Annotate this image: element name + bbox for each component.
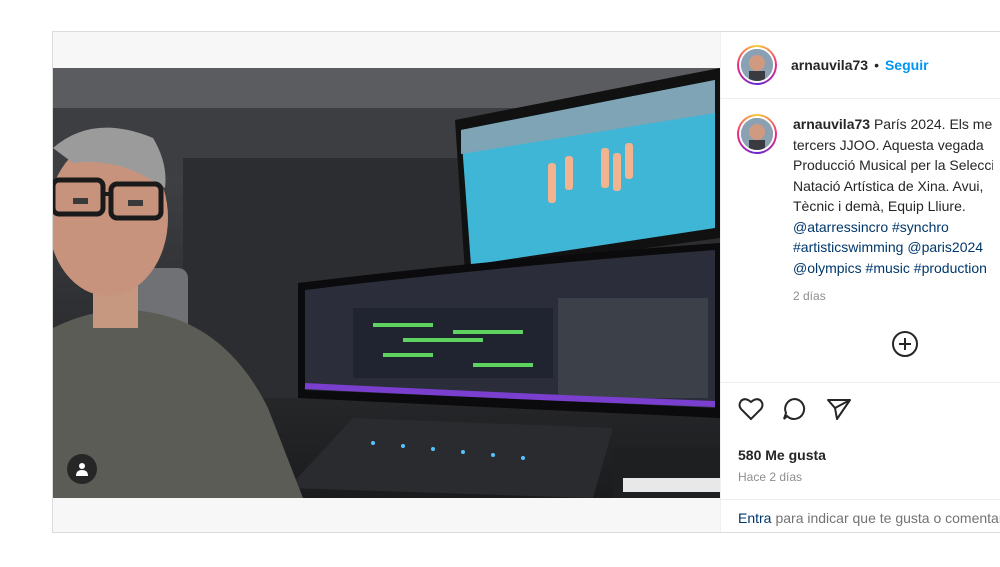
post-sidebar: arnauvila73 • Seguir arnauvila73 París 2… xyxy=(720,32,1000,532)
instagram-post: arnauvila73 • Seguir arnauvila73 París 2… xyxy=(52,31,1000,533)
likes-count[interactable]: 580 Me gusta xyxy=(738,447,826,463)
caption-time: 2 días xyxy=(793,289,826,303)
caption-hashtags-1[interactable]: @atarressincro #synchro xyxy=(793,219,949,235)
send-icon[interactable] xyxy=(826,397,852,426)
person-icon xyxy=(76,463,88,476)
follow-button[interactable]: Seguir xyxy=(885,57,929,73)
heart-icon[interactable] xyxy=(738,397,764,426)
caption-line-2: tercers JJOO. Aquesta vegada xyxy=(793,136,984,153)
author-username[interactable]: arnauvila73 xyxy=(791,57,868,73)
login-link[interactable]: Entra xyxy=(738,510,771,526)
caption-text: arnauvila73 París 2024. Els meus tercers… xyxy=(793,114,993,307)
mixing-console xyxy=(288,418,720,498)
caption-hashtags-2[interactable]: #artisticswimming @paris2024 xyxy=(793,239,983,255)
post-time: Hace 2 días xyxy=(738,470,803,484)
caption-line-4: Natació Artística de Xina. Avui, xyxy=(793,177,984,194)
comment-icon[interactable] xyxy=(782,397,808,426)
author-avatar[interactable] xyxy=(737,45,777,85)
post-actions: 580 Me gusta Hace 2 días xyxy=(721,382,1000,484)
post-media xyxy=(53,32,720,532)
caption-line-3: Producció Musical per la Selecció xyxy=(793,157,993,173)
comment-login-bar: Entra para indicar que te gusta o coment… xyxy=(721,499,1000,535)
plus-circle-icon[interactable] xyxy=(891,330,919,363)
post-header: arnauvila73 • Seguir xyxy=(721,32,1000,99)
caption-block: arnauvila73 París 2024. Els meus tercers… xyxy=(737,114,1000,307)
avatar-image xyxy=(741,49,773,81)
studio-photo-illustration xyxy=(53,68,720,498)
caption-username[interactable]: arnauvila73 xyxy=(793,116,870,132)
caption-line-1: París 2024. Els meus xyxy=(873,116,993,132)
avatar-image xyxy=(741,118,773,150)
tagged-user-button[interactable] xyxy=(67,454,97,484)
separator-dot: • xyxy=(874,57,879,73)
post-photo[interactable] xyxy=(53,68,720,498)
caption-line-5: Tècnic i demà, Equip Lliure. xyxy=(793,198,966,214)
caption-avatar[interactable] xyxy=(737,114,777,154)
comment-prompt: para indicar que te gusta o comentar xyxy=(775,509,1000,526)
caption-hashtags-3[interactable]: @olympics #music #production xyxy=(793,260,987,276)
